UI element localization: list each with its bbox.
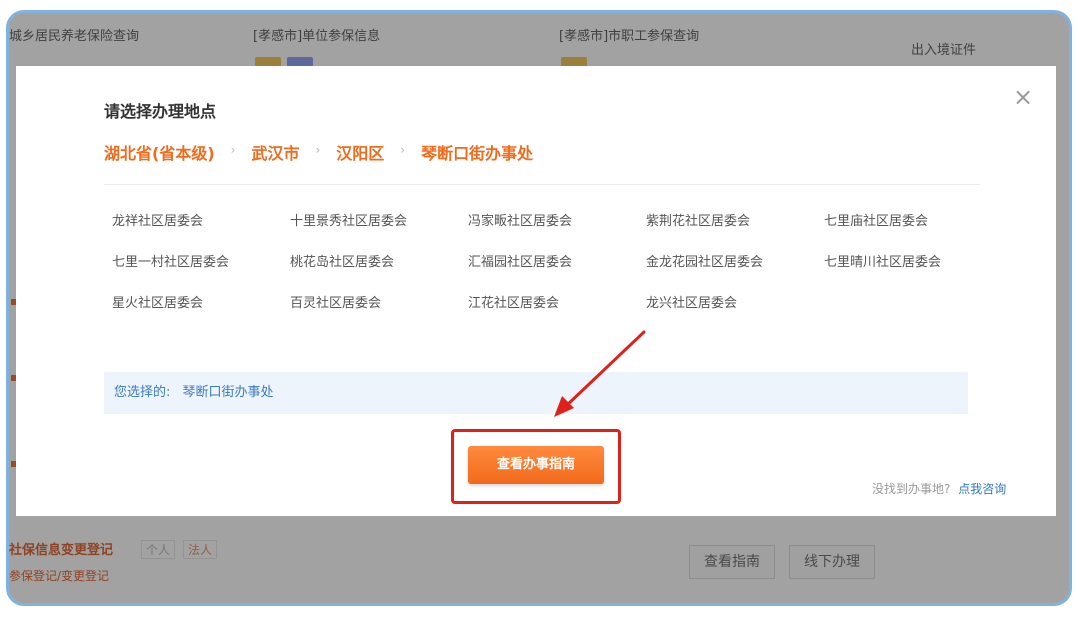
annotation-arrow-icon <box>554 330 646 417</box>
